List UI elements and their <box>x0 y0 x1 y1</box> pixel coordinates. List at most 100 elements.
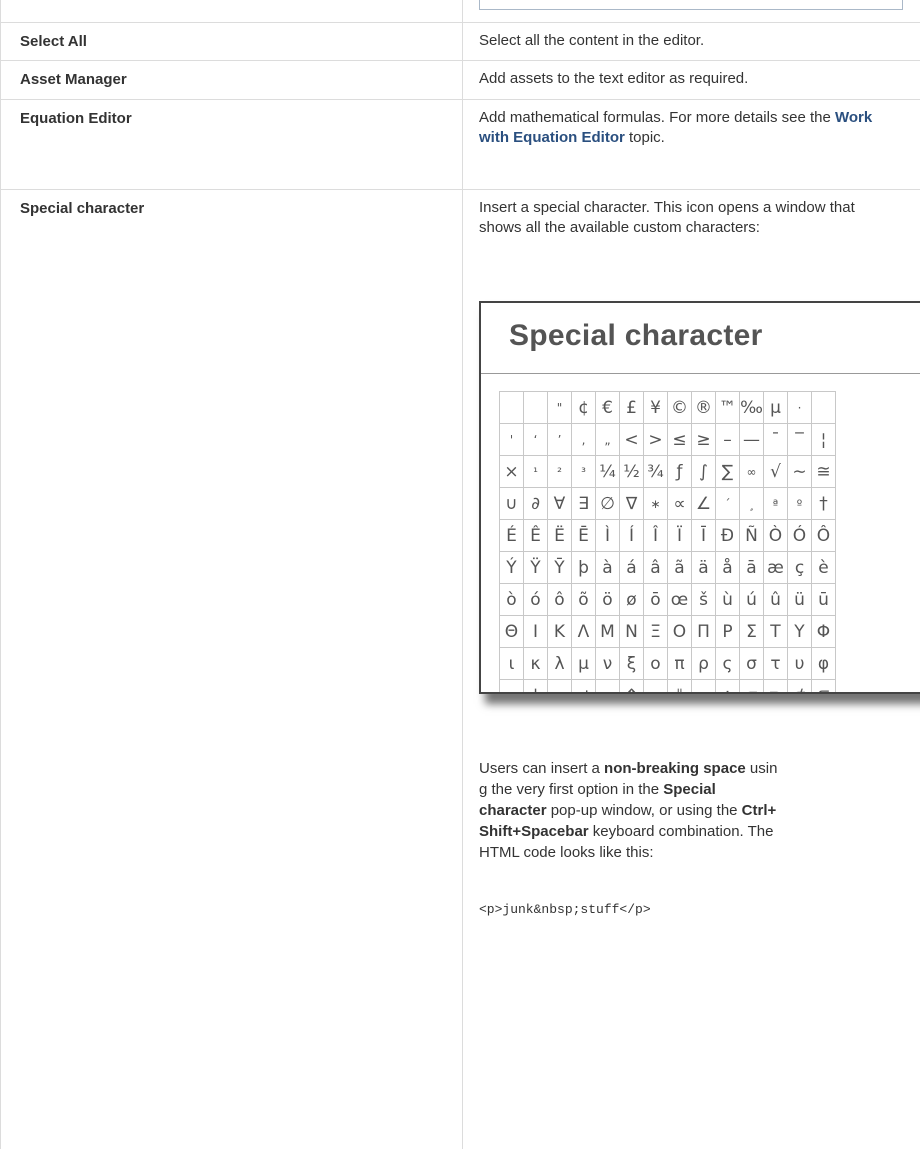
char-cell[interactable]: ò <box>499 583 524 616</box>
char-cell[interactable]: Φ <box>811 615 836 648</box>
char-cell[interactable]: , <box>571 423 596 456</box>
char-cell[interactable]: > <box>643 423 668 456</box>
char-cell[interactable]: Ν <box>619 615 644 648</box>
char-cell[interactable]: Ë <box>547 519 572 552</box>
char-cell[interactable]: Θ <box>499 615 524 648</box>
char-cell[interactable]: ¯ <box>763 423 788 456</box>
char-cell[interactable]: ü <box>787 583 812 616</box>
char-cell[interactable]: ∫ <box>691 455 716 488</box>
char-cell[interactable]: ‾ <box>787 423 812 456</box>
char-cell[interactable]: ρ <box>691 647 716 680</box>
char-cell[interactable]: Σ <box>739 615 764 648</box>
char-cell[interactable]: π <box>667 647 692 680</box>
char-cell[interactable]: < <box>619 423 644 456</box>
char-cell[interactable]: ® <box>691 391 716 424</box>
char-cell[interactable]: Ô <box>811 519 836 552</box>
char-cell[interactable]: µ <box>763 391 788 424</box>
char-cell[interactable]: è <box>811 551 836 584</box>
char-cell[interactable]: ú <box>739 583 764 616</box>
char-cell[interactable]: · <box>787 391 812 424</box>
char-cell[interactable]: Μ <box>595 615 620 648</box>
char-cell[interactable]: ¥ <box>643 391 668 424</box>
char-cell[interactable]: ∇ <box>619 487 644 520</box>
char-cell[interactable]: ¹ <box>523 455 548 488</box>
char-cell[interactable]: æ <box>763 551 788 584</box>
char-cell[interactable]: Ο <box>667 615 692 648</box>
char-cell[interactable]: £ <box>619 391 644 424</box>
char-cell[interactable]: υ <box>787 647 812 680</box>
char-cell[interactable]: ν <box>595 647 620 680</box>
char-cell[interactable]: ¢ <box>571 391 596 424</box>
char-cell[interactable]: ∑ <box>715 455 740 488</box>
char-cell[interactable]: ∼ <box>787 455 812 488</box>
char-cell[interactable]: λ <box>547 647 572 680</box>
char-cell[interactable]: ↓ <box>523 679 548 692</box>
char-cell[interactable]: ä <box>691 551 716 584</box>
char-cell[interactable]: œ <box>667 583 692 616</box>
char-cell[interactable]: ≤ <box>667 423 692 456</box>
char-cell[interactable]: ¾ <box>643 455 668 488</box>
char-cell[interactable]: ∝ <box>667 487 692 520</box>
char-cell[interactable]: ⊆ <box>811 679 836 692</box>
char-cell[interactable]: ι <box>499 647 524 680</box>
char-cell[interactable]: † <box>811 487 836 520</box>
char-cell[interactable]: Λ <box>571 615 596 648</box>
char-cell[interactable]: ’ <box>547 423 572 456</box>
char-cell[interactable]: ≥ <box>691 423 716 456</box>
char-cell[interactable]: Ι <box>523 615 548 648</box>
char-cell[interactable]: Ī <box>691 519 716 552</box>
char-cell[interactable]: ⊄ <box>787 679 812 692</box>
char-cell[interactable]: ο <box>643 647 668 680</box>
char-cell[interactable]: õ <box>571 583 596 616</box>
char-cell[interactable]: ⇔ <box>691 679 716 692</box>
char-cell[interactable]: ⊂ <box>739 679 764 692</box>
char-cell[interactable]: — <box>739 423 764 456</box>
char-cell[interactable]: × <box>499 455 524 488</box>
char-cell[interactable]: ≅ <box>811 455 836 488</box>
char-cell[interactable]: ∂ <box>523 487 548 520</box>
char-cell[interactable]: Κ <box>547 615 572 648</box>
char-cell[interactable]: ¸ <box>739 487 764 520</box>
char-cell[interactable]: Ñ <box>739 519 764 552</box>
char-cell[interactable]: Ð <box>715 519 740 552</box>
char-cell[interactable]: ⇑ <box>619 679 644 692</box>
char-cell[interactable]: ā <box>739 551 764 584</box>
char-cell[interactable]: ª <box>763 487 788 520</box>
char-cell[interactable]: ↔ <box>547 679 572 692</box>
char-cell[interactable]: ƒ <box>667 455 692 488</box>
char-cell[interactable]: ™ <box>715 391 740 424</box>
char-cell[interactable]: ∠ <box>691 487 716 520</box>
char-cell[interactable]: ‘ <box>523 423 548 456</box>
char-cell[interactable]: Ē <box>571 519 596 552</box>
char-cell[interactable]: ∴ <box>715 679 740 692</box>
char-cell[interactable]: ç <box>787 551 812 584</box>
char-cell[interactable]: ∞ <box>739 455 764 488</box>
char-cell[interactable]: φ <box>811 647 836 680</box>
char-cell[interactable]: ⇒ <box>643 679 668 692</box>
char-cell[interactable]: ã <box>667 551 692 584</box>
char-cell[interactable]: " <box>547 391 572 424</box>
char-cell[interactable]: â <box>643 551 668 584</box>
char-cell[interactable]: å <box>715 551 740 584</box>
char-cell[interactable]: © <box>667 391 692 424</box>
char-cell[interactable]: ù <box>715 583 740 616</box>
char-cell[interactable]: Π <box>691 615 716 648</box>
char-cell[interactable]: √ <box>763 455 788 488</box>
char-cell[interactable]: š <box>691 583 716 616</box>
char-cell[interactable]: → <box>499 679 524 692</box>
char-cell[interactable]: Ê <box>523 519 548 552</box>
char-cell[interactable]: ς <box>715 647 740 680</box>
char-cell[interactable]: ½ <box>619 455 644 488</box>
char-cell[interactable]: ø <box>619 583 644 616</box>
char-cell[interactable]: ∅ <box>595 487 620 520</box>
char-cell[interactable]: É <box>499 519 524 552</box>
char-cell[interactable]: ¼ <box>595 455 620 488</box>
char-cell[interactable]: á <box>619 551 644 584</box>
char-cell[interactable]: û <box>763 583 788 616</box>
char-cell[interactable]: Ý <box>499 551 524 584</box>
char-cell[interactable]: º <box>787 487 812 520</box>
char-cell[interactable]: – <box>715 423 740 456</box>
char-cell[interactable]: ' <box>499 423 524 456</box>
char-cell[interactable]: Ÿ <box>523 551 548 584</box>
char-cell[interactable]: à <box>595 551 620 584</box>
